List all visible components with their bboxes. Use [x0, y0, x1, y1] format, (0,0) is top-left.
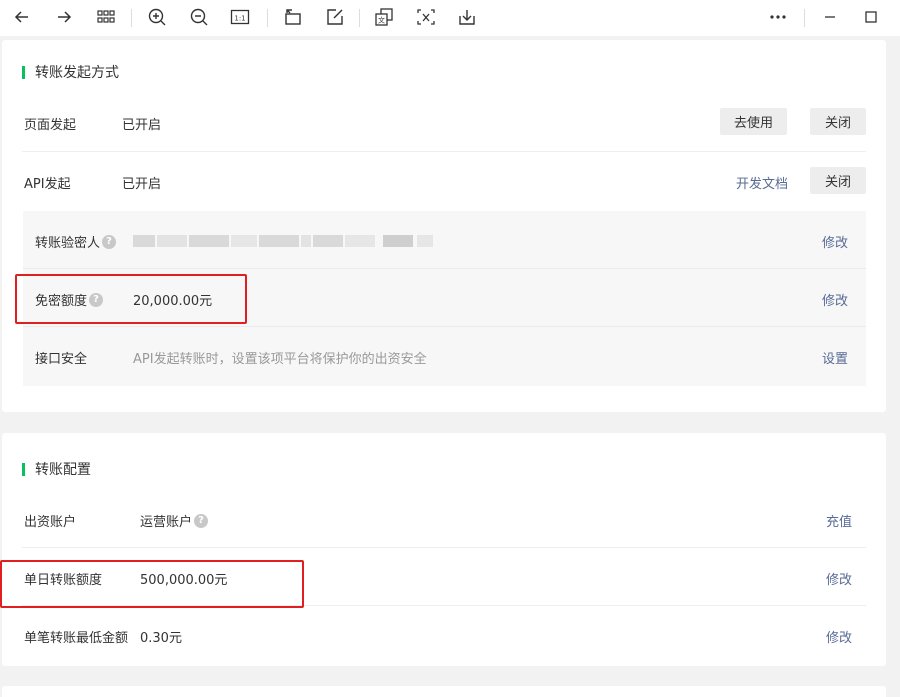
- highlight-box: [0, 560, 304, 608]
- section-accent-bar: [22, 462, 25, 476]
- api-security-desc: API发起转账时，设置该项平台将保护你的出资安全: [133, 352, 427, 367]
- use-button[interactable]: 去使用: [720, 108, 787, 135]
- modify-min-amount-link[interactable]: 修改: [826, 627, 852, 646]
- api-initiate-label: API发起: [24, 177, 71, 192]
- next-card: [2, 686, 886, 697]
- api-security-row: 接口安全 API发起转账时，设置该项平台将保护你的出资安全 设置: [23, 327, 866, 385]
- funding-account-label: 出资账户: [24, 515, 77, 530]
- grid-icon[interactable]: [93, 4, 119, 30]
- verifier-label: 转账验密人: [35, 236, 101, 251]
- close-page-initiate-button[interactable]: 关闭: [810, 108, 866, 135]
- api-security-settings-link[interactable]: 设置: [822, 348, 848, 367]
- svg-text:1:1: 1:1: [234, 15, 245, 23]
- modify-password-free-limit-link[interactable]: 修改: [822, 290, 848, 309]
- zoom-in-icon[interactable]: [144, 4, 170, 30]
- arrow-left-icon[interactable]: [9, 4, 35, 30]
- modify-daily-limit-link[interactable]: 修改: [826, 569, 852, 588]
- section-title: 转账配置: [22, 459, 91, 479]
- page-initiate-label: 页面发起: [24, 118, 77, 133]
- minimize-icon[interactable]: [817, 4, 843, 30]
- verifier-row: 转账验密人 ? 修改: [23, 211, 866, 269]
- toolbar-divider: [804, 9, 805, 27]
- funding-account-row: 出资账户 运营账户 ? 充值: [22, 490, 866, 548]
- page-initiate-row: 页面发起 已开启 去使用 关闭: [22, 92, 866, 152]
- arrow-right-icon[interactable]: [51, 4, 77, 30]
- api-initiate-row: API发起 已开启 开发文档 关闭: [22, 152, 866, 211]
- help-icon[interactable]: ?: [194, 513, 209, 528]
- api-security-label: 接口安全: [35, 352, 88, 367]
- section-accent-bar: [22, 65, 25, 79]
- download-icon[interactable]: [454, 4, 480, 30]
- developer-docs-link[interactable]: 开发文档: [736, 173, 788, 192]
- funding-account-value: 运营账户: [140, 515, 193, 530]
- min-amount-label: 单笔转账最低金额: [24, 631, 129, 646]
- min-amount-value: 0.30元: [140, 631, 182, 646]
- ocr-icon[interactable]: [413, 4, 439, 30]
- screenshot-translate-icon[interactable]: 文: [371, 4, 397, 30]
- toolbar-divider: [359, 9, 360, 27]
- section-title: 转账发起方式: [22, 62, 119, 82]
- blurred-verifier-value: [133, 229, 433, 247]
- close-api-initiate-button[interactable]: 关闭: [810, 167, 866, 194]
- actual-size-icon[interactable]: 1:1: [227, 4, 253, 30]
- edit-icon[interactable]: [322, 4, 348, 30]
- page-initiate-status: 已开启: [122, 118, 162, 133]
- transfer-initiation-card: 转账发起方式 页面发起 已开启 去使用 关闭 API发起 已开启 开发文档 关闭…: [2, 40, 886, 412]
- min-amount-row: 单笔转账最低金额 0.30元 修改: [22, 606, 866, 664]
- toolbar-divider: [131, 9, 132, 27]
- highlight-box: [15, 274, 247, 324]
- api-initiate-status: 已开启: [122, 177, 162, 192]
- viewer-toolbar: 1:1 文: [0, 0, 900, 36]
- recharge-link[interactable]: 充值: [826, 511, 852, 530]
- more-icon[interactable]: [765, 4, 791, 30]
- modify-verifier-link[interactable]: 修改: [822, 232, 848, 251]
- maximize-icon[interactable]: [858, 4, 884, 30]
- rotate-icon[interactable]: [280, 4, 306, 30]
- svg-text:文: 文: [378, 16, 385, 25]
- zoom-out-icon[interactable]: [186, 4, 212, 30]
- toolbar-divider: [267, 9, 268, 27]
- help-icon[interactable]: ?: [102, 234, 117, 249]
- transfer-config-card: 转账配置 出资账户 运营账户 ? 充值 单日转账额度 500,000.00元 修…: [2, 433, 886, 666]
